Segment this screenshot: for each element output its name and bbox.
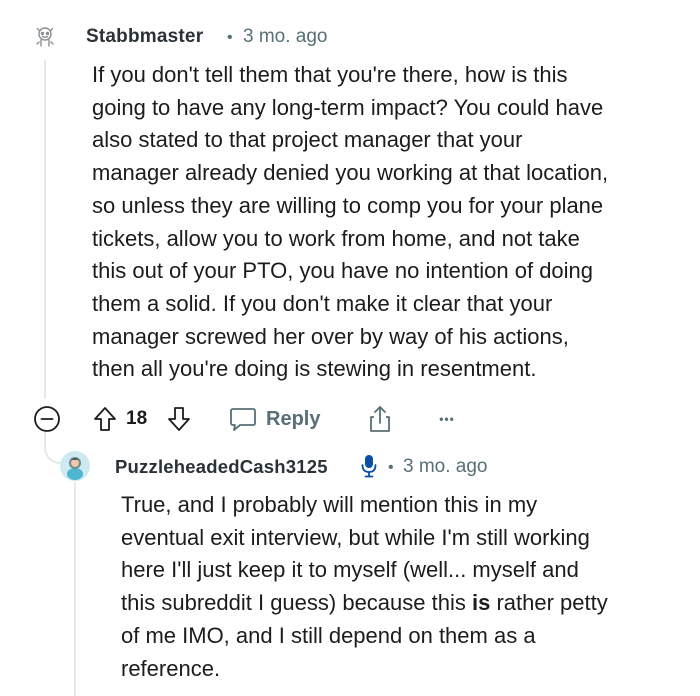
comment-line: also stated to that project manager that… (92, 127, 523, 153)
comment-action-bar: 18 Reply ••• (32, 401, 472, 437)
reply-text: this subreddit I guess) because this (121, 590, 472, 616)
reply-line: True, and I probably will mention this i… (121, 492, 538, 517)
thread-line (44, 60, 46, 398)
downvote-icon (168, 407, 190, 431)
downvote-button[interactable] (164, 404, 194, 434)
comment-line: manager already denied you working at th… (92, 160, 609, 186)
more-button[interactable]: ••• (432, 405, 462, 433)
snoo-avatar-icon[interactable] (31, 22, 59, 50)
comment-line: If you don't tell them that you're there… (92, 62, 568, 87)
comment-line: tickets, allow you to work from home, an… (92, 225, 580, 251)
reply-line: of me IMO, and I still depend on them as… (121, 622, 536, 648)
collapse-icon (34, 406, 60, 432)
comment-body: If you don't tell them that you're there… (92, 59, 672, 386)
comment-line: manager screwed her over by way of his a… (92, 323, 569, 349)
reply-bold-text: is (471, 590, 491, 616)
reply-body: True, and I probably will mention this i… (121, 489, 681, 685)
collapse-button[interactable] (32, 404, 62, 434)
microphone-icon (361, 455, 377, 478)
reply-line: reference. (121, 655, 221, 681)
comment-author[interactable]: Stabbmaster (86, 26, 203, 48)
user-avatar-icon[interactable] (60, 451, 90, 481)
comment-line: then all you're doing is stewing in rese… (92, 356, 537, 382)
reply-bubble-icon (230, 408, 256, 431)
reply-thread-line (74, 482, 76, 696)
meta-separator: • (388, 459, 394, 476)
upvote-icon (94, 407, 116, 431)
reply-timestamp[interactable]: 3 mo. ago (403, 456, 488, 478)
reply-line: this subreddit I guess) because this is … (121, 587, 681, 620)
vote-count: 18 (126, 408, 148, 429)
reply-line: eventual exit interview, but while I'm s… (121, 524, 590, 550)
meta-separator: • (227, 29, 233, 46)
comment-line: going to have any long-term impact? You … (92, 94, 604, 120)
more-icon: ••• (439, 412, 455, 426)
share-icon (370, 406, 390, 432)
reply-label: Reply (266, 407, 321, 430)
share-button[interactable] (364, 403, 396, 435)
comment-line: this out of your PTO, you have no intent… (92, 258, 594, 284)
comment-line: so unless they are willing to comp you f… (92, 192, 604, 218)
comment-line: them a solid. If you don't make it clear… (92, 290, 553, 316)
comment-timestamp[interactable]: 3 mo. ago (243, 26, 328, 48)
reply-author[interactable]: PuzzleheadedCash3125 (115, 456, 328, 478)
upvote-button[interactable] (90, 404, 120, 434)
reply-button[interactable]: Reply (228, 403, 320, 435)
reply-line: here I'll just keep it to myself (well..… (121, 557, 579, 583)
reply-text: rather petty (490, 590, 608, 616)
